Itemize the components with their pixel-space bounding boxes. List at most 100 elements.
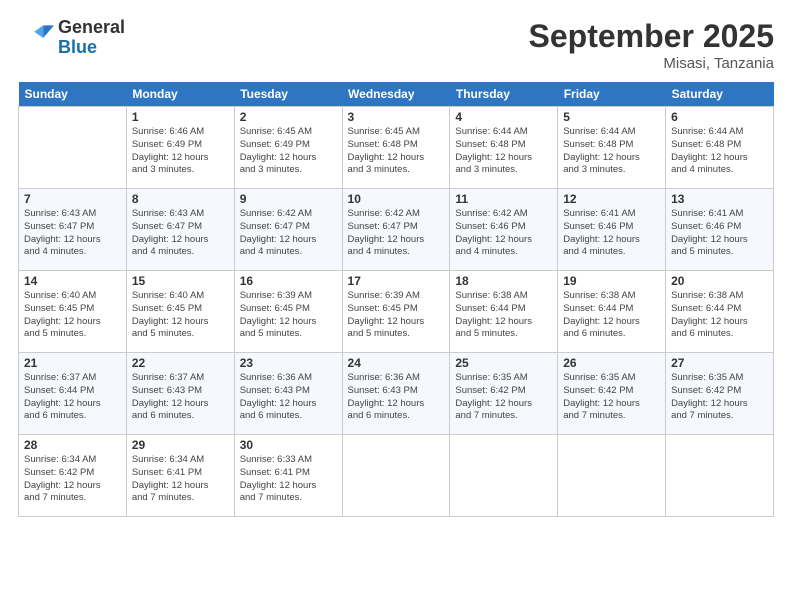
day-cell: 25 Sunrise: 6:35 AM Sunset: 6:42 PM Dayli… xyxy=(450,353,558,435)
day-number: 8 xyxy=(132,192,229,206)
day-number: 23 xyxy=(240,356,337,370)
day-cell: 11 Sunrise: 6:42 AM Sunset: 6:46 PM Dayli… xyxy=(450,189,558,271)
day-number: 26 xyxy=(563,356,660,370)
day-cell: 26 Sunrise: 6:35 AM Sunset: 6:42 PM Dayli… xyxy=(558,353,666,435)
day-number: 15 xyxy=(132,274,229,288)
day-number: 16 xyxy=(240,274,337,288)
day-cell: 1 Sunrise: 6:46 AM Sunset: 6:49 PM Daylig… xyxy=(126,107,234,189)
week-row-1: 1 Sunrise: 6:46 AM Sunset: 6:49 PM Daylig… xyxy=(19,107,774,189)
day-number: 9 xyxy=(240,192,337,206)
day-number: 5 xyxy=(563,110,660,124)
week-row-3: 14Sunrise: 6:40 AM Sunset: 6:45 PM Dayli… xyxy=(19,271,774,353)
page: General Blue September 2025 Misasi, Tanz… xyxy=(0,0,792,612)
day-number: 14 xyxy=(24,274,121,288)
day-cell: 4 Sunrise: 6:44 AM Sunset: 6:48 PM Daylig… xyxy=(450,107,558,189)
day-cell xyxy=(450,435,558,517)
day-number: 3 xyxy=(348,110,445,124)
day-cell: 21Sunrise: 6:37 AM Sunset: 6:44 PM Dayli… xyxy=(19,353,127,435)
day-info: Sunrise: 6:44 AM Sunset: 6:48 PM Dayligh… xyxy=(563,126,660,177)
col-saturday: Saturday xyxy=(666,82,774,107)
day-cell: 20Sunrise: 6:38 AM Sunset: 6:44 PM Dayli… xyxy=(666,271,774,353)
day-info: Sunrise: 6:36 AM Sunset: 6:43 PM Dayligh… xyxy=(348,372,445,423)
day-number: 4 xyxy=(455,110,552,124)
logo: General Blue xyxy=(18,18,125,58)
day-number: 13 xyxy=(671,192,768,206)
day-info: Sunrise: 6:35 AM Sunset: 6:42 PM Dayligh… xyxy=(563,372,660,423)
day-number: 19 xyxy=(563,274,660,288)
col-monday: Monday xyxy=(126,82,234,107)
day-cell: 13 Sunrise: 6:41 AM Sunset: 6:46 PM Dayli… xyxy=(666,189,774,271)
day-info: Sunrise: 6:42 AM Sunset: 6:47 PM Dayligh… xyxy=(348,208,445,259)
day-number: 29 xyxy=(132,438,229,452)
day-number: 22 xyxy=(132,356,229,370)
logo-general: General Blue xyxy=(58,18,125,58)
day-number: 7 xyxy=(24,192,121,206)
location: Misasi, Tanzania xyxy=(529,55,774,72)
day-cell: 10Sunrise: 6:42 AM Sunset: 6:47 PM Dayli… xyxy=(342,189,450,271)
header: General Blue September 2025 Misasi, Tanz… xyxy=(18,18,774,72)
day-cell xyxy=(666,435,774,517)
day-number: 11 xyxy=(455,192,552,206)
day-cell: 18 Sunrise: 6:38 AM Sunset: 6:44 PM Dayli… xyxy=(450,271,558,353)
day-number: 18 xyxy=(455,274,552,288)
day-info: Sunrise: 6:39 AM Sunset: 6:45 PM Dayligh… xyxy=(348,290,445,341)
col-sunday: Sunday xyxy=(19,82,127,107)
day-cell: 8 Sunrise: 6:43 AM Sunset: 6:47 PM Daylig… xyxy=(126,189,234,271)
day-cell: 22 Sunrise: 6:37 AM Sunset: 6:43 PM Dayli… xyxy=(126,353,234,435)
day-number: 24 xyxy=(348,356,445,370)
day-info: Sunrise: 6:44 AM Sunset: 6:48 PM Dayligh… xyxy=(455,126,552,177)
day-info: Sunrise: 6:45 AM Sunset: 6:49 PM Dayligh… xyxy=(240,126,337,177)
day-number: 21 xyxy=(24,356,121,370)
day-cell: 16 Sunrise: 6:39 AM Sunset: 6:45 PM Dayli… xyxy=(234,271,342,353)
day-cell: 23 Sunrise: 6:36 AM Sunset: 6:43 PM Dayli… xyxy=(234,353,342,435)
day-info: Sunrise: 6:34 AM Sunset: 6:41 PM Dayligh… xyxy=(132,454,229,505)
day-cell: 9Sunrise: 6:42 AM Sunset: 6:47 PM Daylig… xyxy=(234,189,342,271)
day-number: 25 xyxy=(455,356,552,370)
day-info: Sunrise: 6:43 AM Sunset: 6:47 PM Dayligh… xyxy=(24,208,121,259)
day-number: 17 xyxy=(348,274,445,288)
week-row-5: 28 Sunrise: 6:34 AM Sunset: 6:42 PM Dayli… xyxy=(19,435,774,517)
day-info: Sunrise: 6:38 AM Sunset: 6:44 PM Dayligh… xyxy=(563,290,660,341)
day-cell: 7 Sunrise: 6:43 AM Sunset: 6:47 PM Daylig… xyxy=(19,189,127,271)
day-number: 30 xyxy=(240,438,337,452)
calendar-table: Sunday Monday Tuesday Wednesday Thursday… xyxy=(18,82,774,517)
day-info: Sunrise: 6:43 AM Sunset: 6:47 PM Dayligh… xyxy=(132,208,229,259)
day-number: 12 xyxy=(563,192,660,206)
day-cell: 17 Sunrise: 6:39 AM Sunset: 6:45 PM Dayli… xyxy=(342,271,450,353)
week-row-2: 7 Sunrise: 6:43 AM Sunset: 6:47 PM Daylig… xyxy=(19,189,774,271)
day-number: 28 xyxy=(24,438,121,452)
day-cell: 29 Sunrise: 6:34 AM Sunset: 6:41 PM Dayli… xyxy=(126,435,234,517)
day-info: Sunrise: 6:38 AM Sunset: 6:44 PM Dayligh… xyxy=(455,290,552,341)
day-cell: 3Sunrise: 6:45 AM Sunset: 6:48 PM Daylig… xyxy=(342,107,450,189)
day-info: Sunrise: 6:35 AM Sunset: 6:42 PM Dayligh… xyxy=(671,372,768,423)
day-info: Sunrise: 6:39 AM Sunset: 6:45 PM Dayligh… xyxy=(240,290,337,341)
col-wednesday: Wednesday xyxy=(342,82,450,107)
day-cell xyxy=(558,435,666,517)
day-cell xyxy=(19,107,127,189)
day-info: Sunrise: 6:37 AM Sunset: 6:43 PM Dayligh… xyxy=(132,372,229,423)
day-number: 27 xyxy=(671,356,768,370)
day-cell: 28 Sunrise: 6:34 AM Sunset: 6:42 PM Dayli… xyxy=(19,435,127,517)
day-info: Sunrise: 6:34 AM Sunset: 6:42 PM Dayligh… xyxy=(24,454,121,505)
header-row: Sunday Monday Tuesday Wednesday Thursday… xyxy=(19,82,774,107)
day-info: Sunrise: 6:46 AM Sunset: 6:49 PM Dayligh… xyxy=(132,126,229,177)
day-info: Sunrise: 6:41 AM Sunset: 6:46 PM Dayligh… xyxy=(671,208,768,259)
col-thursday: Thursday xyxy=(450,82,558,107)
day-info: Sunrise: 6:41 AM Sunset: 6:46 PM Dayligh… xyxy=(563,208,660,259)
day-cell: 30 Sunrise: 6:33 AM Sunset: 6:41 PM Dayli… xyxy=(234,435,342,517)
day-info: Sunrise: 6:33 AM Sunset: 6:41 PM Dayligh… xyxy=(240,454,337,505)
day-cell: 24 Sunrise: 6:36 AM Sunset: 6:43 PM Dayli… xyxy=(342,353,450,435)
day-cell: 15Sunrise: 6:40 AM Sunset: 6:45 PM Dayli… xyxy=(126,271,234,353)
day-info: Sunrise: 6:36 AM Sunset: 6:43 PM Dayligh… xyxy=(240,372,337,423)
col-tuesday: Tuesday xyxy=(234,82,342,107)
col-friday: Friday xyxy=(558,82,666,107)
day-number: 2 xyxy=(240,110,337,124)
day-number: 1 xyxy=(132,110,229,124)
day-info: Sunrise: 6:44 AM Sunset: 6:48 PM Dayligh… xyxy=(671,126,768,177)
day-cell: 6Sunrise: 6:44 AM Sunset: 6:48 PM Daylig… xyxy=(666,107,774,189)
day-info: Sunrise: 6:42 AM Sunset: 6:46 PM Dayligh… xyxy=(455,208,552,259)
day-cell: 2 Sunrise: 6:45 AM Sunset: 6:49 PM Daylig… xyxy=(234,107,342,189)
day-cell: 27 Sunrise: 6:35 AM Sunset: 6:42 PM Dayli… xyxy=(666,353,774,435)
day-info: Sunrise: 6:35 AM Sunset: 6:42 PM Dayligh… xyxy=(455,372,552,423)
title-block: September 2025 Misasi, Tanzania xyxy=(529,18,774,72)
